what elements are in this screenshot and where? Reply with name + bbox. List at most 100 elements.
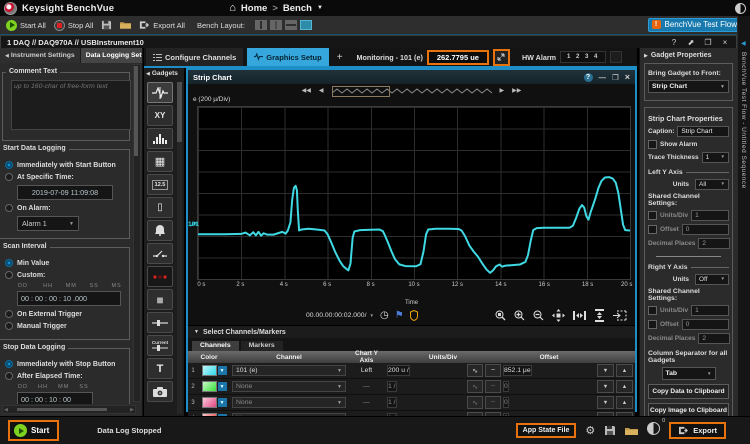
cascade-icon[interactable]: ❐	[703, 38, 713, 47]
gadget-histogram-button[interactable]	[147, 128, 173, 149]
radio-min-value[interactable]: Min Value	[5, 259, 125, 267]
layout-grid-button[interactable]	[254, 20, 267, 30]
tracking-icon[interactable]	[613, 310, 627, 321]
chart-canvas[interactable]: 101	[188, 106, 631, 280]
gadgets-scrollbar[interactable]	[177, 82, 182, 414]
scroll-right-icon[interactable]: ▶	[129, 407, 135, 413]
move-up-button[interactable]: ▲	[616, 380, 633, 393]
save-button[interactable]	[101, 20, 112, 30]
gadget-xy-chart-button[interactable]: XY	[147, 105, 173, 126]
chart-restore-icon[interactable]: ❐	[612, 73, 619, 82]
layout-single-button[interactable]	[299, 20, 312, 30]
channels-section-header[interactable]: ▼ Select Channels/Markers	[188, 325, 635, 338]
units-div-field[interactable]: 1 /	[387, 381, 397, 392]
gadget-text-button[interactable]: T	[147, 358, 173, 379]
save-icon[interactable]	[604, 425, 616, 436]
smooth-icon-button[interactable]: ~	[485, 396, 501, 409]
color-dropdown-icon[interactable]: ▼	[217, 382, 227, 391]
settings-gear-icon[interactable]: ⚙	[585, 424, 595, 437]
channel-row[interactable]: 1 ▼ 101 (e) ▼ Left 200 u / ∿ ~ 852.1 µe ▼…	[188, 363, 635, 379]
gadgets-collapse-icon[interactable]: ◀	[146, 71, 150, 77]
chart-minimize-icon[interactable]: —	[599, 73, 607, 82]
channel-select[interactable]: None▼	[232, 381, 346, 392]
smooth-icon-button[interactable]: ~	[485, 380, 501, 393]
export-all-button[interactable]: Export All	[139, 20, 185, 30]
fit-horizontal-icon[interactable]	[573, 310, 586, 321]
export-button[interactable]: Export	[669, 422, 726, 439]
radio-custom[interactable]: Custom:	[5, 271, 125, 279]
gadget-led-indicator-button[interactable]	[147, 266, 173, 287]
channel-select[interactable]: None▼	[232, 397, 346, 408]
units-div-checkbox[interactable]	[648, 306, 657, 315]
gadget-alarm-button[interactable]	[147, 220, 173, 241]
layout-columns-button[interactable]	[269, 20, 282, 30]
gadget-slider-button[interactable]	[147, 312, 173, 333]
gadget-strip-chart-button[interactable]	[147, 82, 173, 103]
channel-select[interactable]: 101 (e) ▼	[232, 365, 346, 376]
gadget-switch-button[interactable]	[147, 243, 173, 264]
left-units-select[interactable]: All ▼	[695, 179, 729, 190]
nav-first-icon[interactable]: ◀◀	[302, 87, 311, 94]
tab-instrument-settings[interactable]: ◀ Instrument Settings	[0, 48, 81, 63]
bench-caret-icon[interactable]: ▼	[317, 5, 323, 11]
gadget-indicator-button[interactable]: ■	[147, 289, 173, 310]
tab-graphics-setup[interactable]: Graphics Setup	[247, 48, 329, 66]
add-tab-button[interactable]: +	[333, 52, 347, 63]
fit-all-icon[interactable]	[552, 309, 565, 322]
channel-row[interactable]: 3 ▼ None ▼ — 1 / ∿ ~ 0 ▼ ▲	[188, 395, 635, 411]
left-panel-vscrollbar[interactable]	[133, 64, 141, 402]
color-swatch[interactable]	[201, 365, 217, 376]
color-dropdown-icon[interactable]: ▼	[217, 366, 227, 375]
move-down-button[interactable]: ▼	[597, 396, 614, 409]
close-icon[interactable]: ×	[720, 38, 730, 47]
color-swatch[interactable]	[201, 381, 217, 392]
help-icon[interactable]: ?	[669, 38, 679, 47]
autoscale-icon-button[interactable]: ∿	[467, 396, 483, 409]
custom-interval-field[interactable]: 00 : 00 : 00 : 10 .000	[17, 291, 121, 306]
start-time-field[interactable]: 2019-07-09 11:09:08	[17, 185, 113, 200]
strip-chart-titlebar[interactable]: Strip Chart ? — ❐ ×	[188, 70, 635, 84]
radio-manual-trigger[interactable]: Manual Trigger	[5, 322, 125, 330]
home-icon[interactable]: ⌂	[229, 2, 236, 14]
gadget-camera-button[interactable]	[147, 381, 173, 402]
color-dropdown-icon[interactable]: ▼	[217, 398, 227, 407]
flag-icon[interactable]: ⚑	[395, 310, 404, 321]
right-units-select[interactable]: Off ▼	[695, 274, 729, 285]
units-div-field[interactable]: 200 u /	[387, 365, 410, 376]
comment-textarea[interactable]	[11, 80, 131, 130]
stop-all-button[interactable]: Stop All	[53, 19, 93, 31]
radio-external-trigger[interactable]: On External Trigger	[5, 310, 125, 318]
nav-next-icon[interactable]: ▶	[500, 87, 505, 94]
instrument-tab[interactable]: 1 DAQ // DAQ970A // USBInstrument10	[7, 38, 144, 47]
nav-home[interactable]: Home	[241, 3, 267, 14]
hw-alarm-toggle[interactable]	[610, 51, 623, 63]
gadget-current-slider-button[interactable]: Current	[147, 335, 173, 356]
log-count-icon[interactable]: 0	[647, 418, 665, 440]
offset-field[interactable]: 852.1 µe	[503, 365, 532, 376]
open-folder-button[interactable]	[120, 20, 132, 30]
offset-field[interactable]: 0	[503, 381, 509, 392]
fit-vertical-icon[interactable]	[594, 309, 605, 322]
tab-data-logging-settings[interactable]: Data Logging Settings	[80, 48, 142, 63]
offset-field[interactable]: 0	[681, 319, 729, 330]
zoom-in-icon[interactable]	[514, 310, 525, 321]
offset-checkbox[interactable]	[648, 225, 657, 234]
zoom-region-icon[interactable]	[495, 310, 506, 321]
start-logging-button[interactable]: Start	[8, 420, 60, 441]
chart-help-icon[interactable]: ?	[583, 72, 593, 82]
move-up-button[interactable]: ▲	[616, 396, 633, 409]
column-separator-select[interactable]: Tab ▼	[661, 367, 716, 380]
scroll-left-icon[interactable]: ◀	[3, 407, 9, 413]
show-alarm-row[interactable]: Show Alarm	[648, 140, 729, 149]
nav-last-icon[interactable]: ▶▶	[512, 87, 521, 94]
units-div-checkbox[interactable]	[648, 211, 657, 220]
autoscale-icon-button[interactable]: ∿	[467, 364, 483, 377]
offset-checkbox[interactable]	[648, 320, 657, 329]
tab-channels[interactable]: Channels	[192, 341, 239, 351]
clock-icon[interactable]: ◷	[380, 310, 389, 321]
color-swatch[interactable]	[201, 397, 217, 408]
nav-bench[interactable]: Bench	[283, 3, 312, 14]
move-up-button[interactable]: ▲	[616, 364, 633, 377]
chart-close-icon[interactable]: ×	[625, 72, 630, 82]
navigator-preview[interactable]	[331, 85, 492, 97]
